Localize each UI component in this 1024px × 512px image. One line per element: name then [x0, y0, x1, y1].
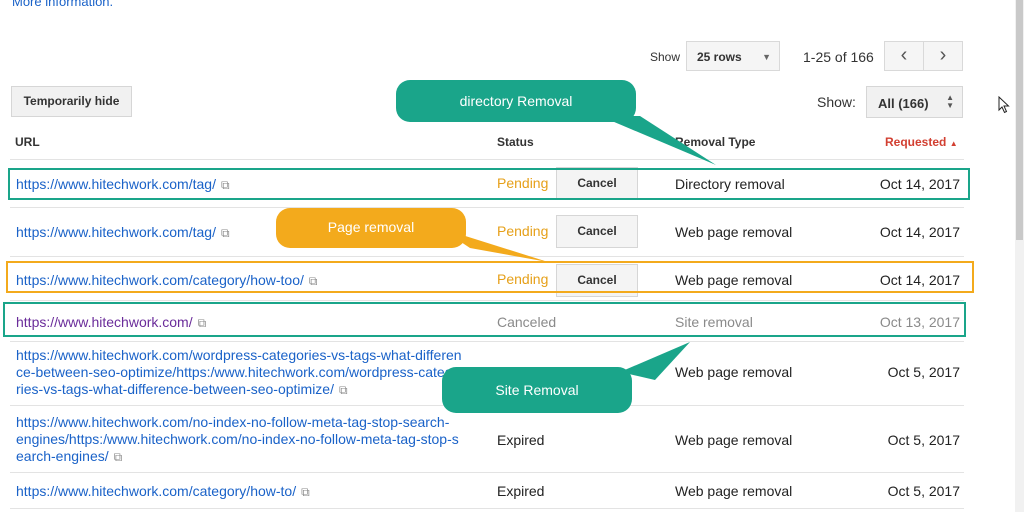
callout-pointers [440, 116, 716, 380]
page-removal-callout: Page removal [276, 208, 466, 248]
directory-removal-callout: directory Removal [396, 80, 636, 122]
site-removal-callout: Site Removal [442, 367, 632, 413]
directory-callout-pointer [600, 116, 716, 165]
